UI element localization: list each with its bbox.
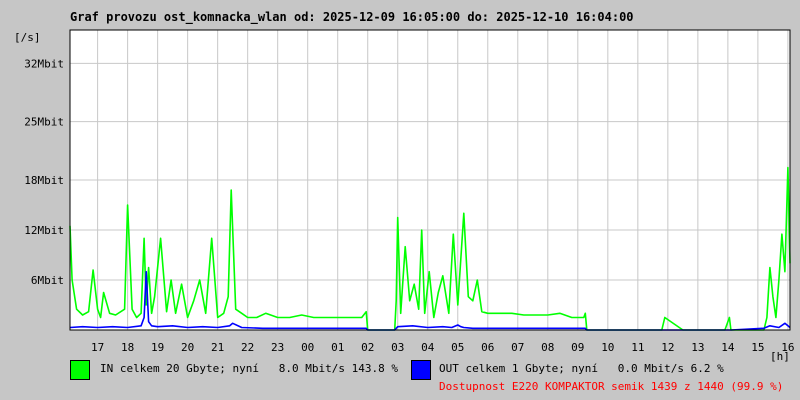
x-tick-label: 00 (301, 341, 314, 354)
availability-text: Dostupnost E220 KOMPAKTOR semik 1439 z 1… (439, 380, 784, 393)
x-tick-label: 23 (271, 341, 284, 354)
x-tick-label: 03 (391, 341, 404, 354)
x-tick-label: 19 (151, 341, 164, 354)
y-tick-label: 12Mbit (24, 224, 64, 237)
y-tick-label: 6Mbit (31, 274, 64, 287)
x-tick-label: 05 (451, 341, 464, 354)
x-tick-label: 08 (541, 341, 554, 354)
y-tick-label: 32Mbit (24, 57, 64, 70)
x-tick-label: 21 (211, 341, 224, 354)
x-tick-label: 20 (181, 341, 194, 354)
x-tick-label: 02 (361, 341, 374, 354)
x-tick-label: 04 (421, 341, 435, 354)
x-tick-label: 06 (481, 341, 494, 354)
x-tick-label: 13 (691, 341, 704, 354)
x-tick-label: 14 (721, 341, 735, 354)
out-legend-swatch (411, 360, 431, 380)
x-tick-label: 18 (121, 341, 134, 354)
x-tick-label: 17 (91, 341, 104, 354)
x-tick-label: 10 (601, 341, 614, 354)
y-tick-label: 18Mbit (24, 174, 64, 187)
x-tick-label: 11 (631, 341, 644, 354)
x-tick-label: 15 (751, 341, 764, 354)
x-tick-label: 22 (241, 341, 254, 354)
x-tick-label: 07 (511, 341, 524, 354)
x-tick-label: 12 (661, 341, 674, 354)
traffic-chart: 17 18 19 20 21 22 23 00 01 02 03 04 05 06 07 08 09 10 11 12… (24, 29, 795, 354)
x-tick-label: 01 (331, 341, 344, 354)
in-legend-swatch (70, 360, 90, 380)
x-tick-label: 16 (781, 341, 794, 354)
in-legend-text: IN celkem 20 Gbyte; nyní 8.0 Mbit/s 143.… (100, 362, 399, 375)
x-tick-label: 09 (571, 341, 584, 354)
y-tick-label: 25Mbit (24, 116, 64, 129)
out-legend-text: OUT celkem 1 Gbyte; nyní 0.0 Mbit/s 6.2 … (439, 362, 724, 375)
